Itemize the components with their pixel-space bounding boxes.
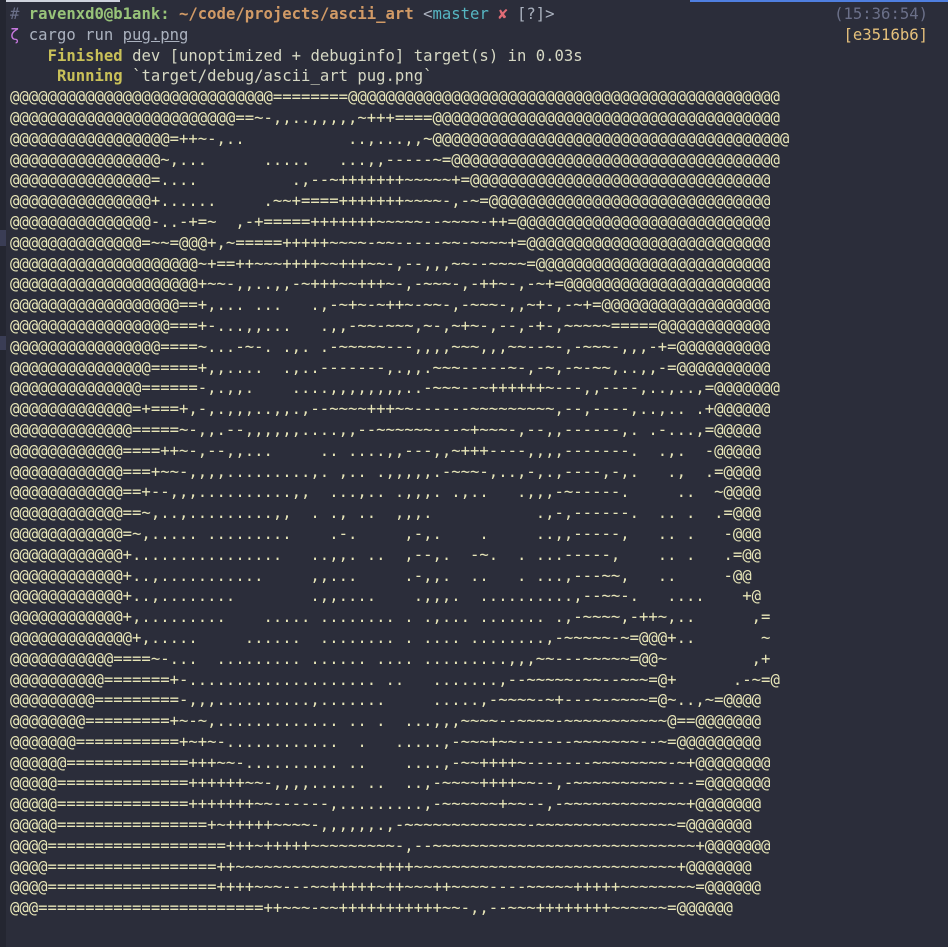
command-line: ζ cargo run pug.png [e3516b6] bbox=[10, 25, 940, 46]
ascii-art-row: @@@@@@@@@@@@@@@-..-+=~ ,-+=====+++++++~~… bbox=[10, 212, 771, 231]
ascii-art-row: @@@@@@@@@@@@==~,..,.........,, . ., .. ,… bbox=[10, 504, 762, 523]
git-branch: master bbox=[432, 5, 489, 23]
edge-marker bbox=[0, 230, 6, 246]
branch-bracket: < bbox=[423, 5, 433, 23]
ascii-art-row: @@@@@@@@@@@@@@@@@@@@@@@@@@@@========@@@@… bbox=[10, 88, 780, 107]
ascii-art-row: @@@@@==============+++++++~~------,.....… bbox=[10, 795, 762, 814]
left-window-edge bbox=[0, 0, 6, 947]
command-argument[interactable]: pug.png bbox=[123, 26, 189, 44]
ascii-art-row: @@@@@@@@@@@@@@======-,.,,. ....,,,,,,,,.… bbox=[10, 379, 780, 398]
commit-hash: [e3516b6] bbox=[843, 25, 929, 44]
ascii-art-row: @@@@@@@@@@@@@@@@@@@@+~~-,,..,,-~+++~~+++… bbox=[10, 275, 771, 294]
ascii-art-row: @@@========================++~~~-~~+++++… bbox=[10, 899, 733, 918]
ascii-art-row: @@@@@@@@@@@@====++~-,--,,... .. ....,,--… bbox=[10, 441, 762, 460]
ascii-art-row: @@@@@@@@@@@@@@@@@=++~-,.. ..,...,,~@@@@@… bbox=[10, 129, 790, 148]
ascii-art-row: @@@@@@@@=========+~-~,............. .. .… bbox=[10, 712, 762, 731]
running-label: Running bbox=[56, 67, 123, 86]
ascii-art-row: @@@@@@@@@@@@@@@@====~...-~-. .,. .-~~~~~… bbox=[10, 337, 771, 356]
edge-marker bbox=[0, 336, 6, 350]
ascii-art-row: @@@@@@@===========+~+~-............ . ..… bbox=[10, 732, 762, 751]
ascii-art-row: @@@@===================+++~+++++~~~~~~~~… bbox=[10, 836, 771, 855]
ascii-art-row: @@@@@@@@@@@@+..,........... ,,... .-,,. … bbox=[10, 566, 752, 585]
running-text: `target/debug/ascii_art pug.png` bbox=[132, 67, 433, 86]
ascii-art-row: @@@@@@@@@@=======+-.................... … bbox=[10, 670, 780, 689]
ascii-art-row: @@@@@@@@@@@====~-... ......... ...... ..… bbox=[10, 649, 771, 668]
user-host: ravenxd0@b1ank: bbox=[28, 5, 170, 23]
ascii-art-row: @@@@@@@@@@@@@=====~-,,.--,,,,,,....,,--~… bbox=[10, 420, 762, 439]
ascii-art-row: @@@@@@@@@@@@@=+===+,-,.,,,..,,.,--~~~~++… bbox=[10, 400, 771, 419]
git-status-flags: [?]> bbox=[517, 5, 555, 23]
ascii-art-row: @@@@@@@@@@@@@@@@@===+-...,,... .,,-~~-~~… bbox=[10, 316, 771, 335]
ascii-art-row: @@@@@@@@@@@@@@@@@@@@~+==++~~~++++~~+++~~… bbox=[10, 254, 771, 273]
ascii-art-row: @@@@==================++++~~~---~~+++++~… bbox=[10, 878, 762, 897]
ascii-art-row: @@@@@@@@@@@@@@@+...... .~~+====+++++++~~… bbox=[10, 192, 771, 211]
ascii-art-row: @@@@@@@@@@@@@+,..... ...... ........ . .… bbox=[10, 628, 771, 647]
dirty-mark-icon: ✘ bbox=[498, 5, 508, 23]
prompt-time: (15:36:54) bbox=[834, 5, 928, 23]
working-directory: ~/code/projects/ascii_art bbox=[179, 5, 414, 23]
window-top-strip bbox=[0, 0, 948, 2]
ascii-art-row: @@@@@@@@@@@@@@=~~=@@@+,~=====+++++~~~~-~… bbox=[10, 233, 771, 252]
finished-text: dev [unoptimized + debuginfo] target(s) … bbox=[132, 46, 583, 65]
command-prompt-symbol: ζ bbox=[10, 25, 20, 44]
top-strip-right bbox=[690, 0, 948, 2]
finished-line: Finished dev [unoptimized + debuginfo] t… bbox=[10, 46, 940, 67]
ascii-art-row: @@@@@@@@@@@@+..,........ .,,.... .,,,. .… bbox=[10, 587, 762, 606]
ascii-art-row: @@@@@@@@@@@@=~,..... ......... .-. ,-,. … bbox=[10, 524, 762, 543]
ascii-art-output: @@@@@@@@@@@@@@@@@@@@@@@@@@@@========@@@@… bbox=[10, 87, 940, 919]
ascii-art-row: @@@@@@@@@@@@==+--,,,..........,, ...,.. … bbox=[10, 483, 762, 502]
ascii-art-row: @@@@@==============++++++~~-,,,,..... ..… bbox=[10, 774, 771, 793]
prompt-line: # ravenxd0@b1ank: ~/code/projects/ascii_… bbox=[10, 4, 940, 25]
ascii-art-row: @@@@@@@@@@@@@@@=.... .,--~+++++++~~~~~+=… bbox=[10, 171, 771, 190]
top-strip-left bbox=[0, 0, 120, 2]
command-text: cargo run bbox=[28, 25, 114, 44]
terminal-output[interactable]: # ravenxd0@b1ank: ~/code/projects/ascii_… bbox=[10, 4, 940, 919]
running-line: Running `target/debug/ascii_art pug.png` bbox=[10, 66, 940, 87]
ascii-art-row: @@@@@@@@@=========-,,,..........,.......… bbox=[10, 691, 762, 710]
ascii-art-row: @@@@@@@@@@@@@@@@@@@@@@@@==~-,,..,,,,,~++… bbox=[10, 108, 780, 127]
ascii-art-row: @@@@@@=============+++~~-.......... .. .… bbox=[10, 753, 771, 772]
finished-label: Finished bbox=[47, 46, 123, 65]
ascii-art-row: @@@@@@@@@@@@===+~~-,,,,.........,. ,.. .… bbox=[10, 462, 762, 481]
ascii-art-row: @@@@@@@@@@@@@@@@~,... ..... ...,,-----~=… bbox=[10, 150, 780, 169]
ascii-art-row: @@@@@================+~+++++~~~~-,,,,,,.… bbox=[10, 816, 752, 835]
ascii-art-row: @@@@@@@@@@@@+................ ..,,. .. ,… bbox=[10, 545, 762, 564]
ascii-art-row: @@@@==================++~~~~~~~~~~~~~~~+… bbox=[10, 857, 752, 876]
ascii-art-row: @@@@@@@@@@@@+,......... ..... ........ .… bbox=[10, 608, 771, 627]
ascii-art-row: @@@@@@@@@@@@@@@=====+,,.... .,..-------,… bbox=[10, 358, 771, 377]
ascii-art-row: @@@@@@@@@@@@@@@@@@==+,... ... .,-~+~-~++… bbox=[10, 296, 771, 315]
prompt-hash: # bbox=[10, 5, 20, 23]
